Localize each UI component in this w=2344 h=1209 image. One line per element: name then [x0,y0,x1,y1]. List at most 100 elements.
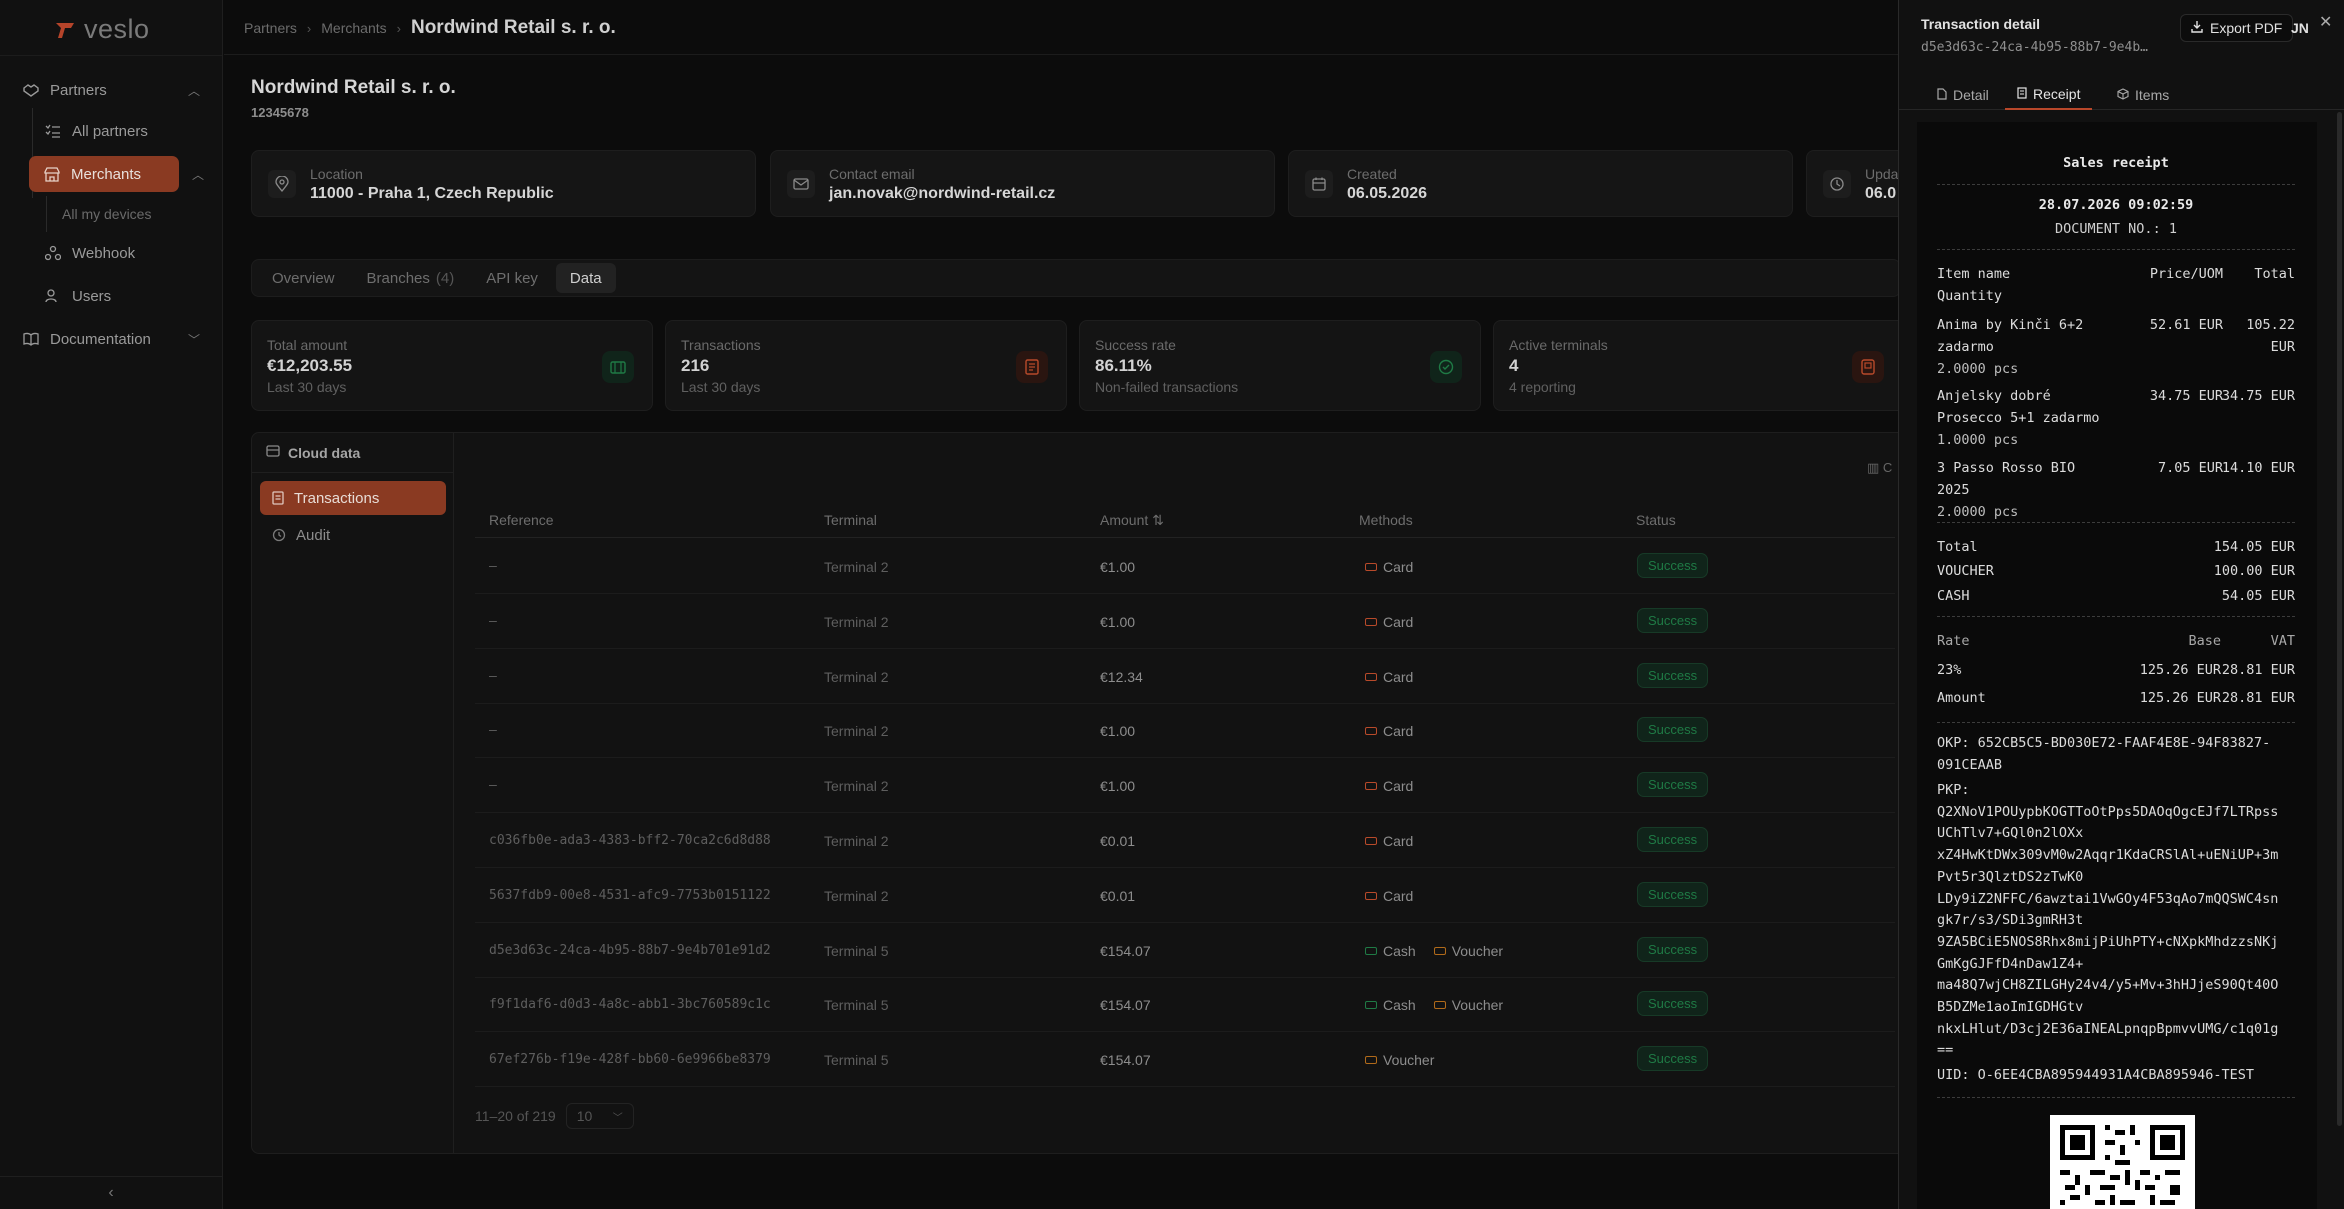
status-badge: Success [1637,553,1709,578]
status-badge: Success [1637,881,1709,907]
column-status[interactable]: Status [1636,512,1676,528]
cell-amount: €154.07 [1100,1052,1151,1069]
voucher-label: VOUCHER [1937,563,1994,579]
vat-base: 125.26 EUR [2139,662,2221,678]
item-qty: 1.0000 pcs [1937,432,2019,448]
logo[interactable]: veslo [54,14,150,45]
cash-value: 54.05 EUR [2221,588,2295,604]
column-methods[interactable]: Methods [1359,512,1413,528]
cell-terminal: Terminal 2 [824,613,889,630]
tab-branches[interactable]: Branches (4) [353,263,469,293]
item-price: 7.05 EUR [2157,460,2223,476]
pkp-line: ma48Q7wjCH8ZILGHy24v4/y5+Mv+3hHJjeS90Qt4… [1937,977,2279,994]
payment-method: Voucher [1433,943,1503,959]
table-row[interactable]: – Terminal 2 €1.00 Card Success [475,594,1895,649]
receipt: Sales receipt 28.07.2026 09:02:59 DOCUME… [1917,122,2317,1209]
vat-row: 23% 125.26 EUR 28.81 EUR [1937,662,2295,678]
qr-code-icon [2060,1125,2185,1205]
payment-method: Card [1365,614,1413,630]
tab-data[interactable]: Data [555,263,616,293]
drawer-tabs: Detail Receipt Items [1899,74,2344,110]
tab-detail[interactable]: Detail [1937,80,1989,110]
method-label: Card [1383,887,1414,904]
cell-reference: c036fb0e-ada3-4383-bff2-70ca2c6d8d88 [489,833,771,848]
table-row[interactable]: – Terminal 2 €1.00 Card Success [475,703,1895,759]
tab-overview[interactable]: Overview [258,263,349,293]
sidebar-item-documentation[interactable]: Documentation ﹀ [22,329,200,349]
voucher-icon [1433,1001,1446,1010]
sidebar-item-partners[interactable]: Partners ︿ [22,80,200,100]
sidebar-item-webhook[interactable]: Webhook [44,243,194,263]
pagination: 11–20 of 219 10 ﹀ [475,1103,634,1129]
logo-icon [56,22,74,38]
close-icon[interactable]: ✕ [2319,12,2332,32]
item-total-cont: EUR [2270,339,2295,355]
receipt-cash-row: CASH 54.05 EUR [1937,588,2295,604]
breadcrumb: Partners › Merchants › Nordwind Retail s… [244,17,616,39]
cell-methods: Card [1365,723,1413,739]
payment-method: Cash [1365,943,1416,959]
pkp-line: 9ZA5BCiE5NOS8Rhx8mijPiUhPTY+cNXpkMhdzzsN… [1937,933,2279,950]
columns-toggle-button[interactable]: ▥ C [1867,460,1892,476]
column-amount[interactable]: Amount ⇅ [1100,512,1164,529]
table-row[interactable]: 5637fdb9-00e8-4531-afc9-7753b0151122 Term… [475,868,1895,923]
sidebar-collapse-button[interactable]: ‹ [0,1176,222,1209]
tab-apikey[interactable]: API key [472,263,552,293]
item-total: 14.10 EUR [2221,460,2295,476]
calendar-icon [1305,170,1333,198]
email-value[interactable]: jan.novak@nordwind-retail.cz [829,185,1055,203]
voucher-icon [1365,1056,1377,1065]
file-icon [1937,87,1947,103]
method-label: Card [1383,668,1414,685]
breadcrumb-merchants[interactable]: Merchants [321,20,386,36]
amount-label: Amount [1937,690,1986,706]
handshake-icon [22,81,40,99]
item-name-cont: 2025 [1937,482,1970,498]
export-pdf-button[interactable]: Export PDF [2180,14,2294,42]
sidebar-item-all-devices[interactable]: All my devices [62,204,212,224]
table-row[interactable]: – Terminal 2 €12.34 Card Success [475,649,1895,704]
cell-status: Success [1637,607,1709,633]
page-size-select[interactable]: 10 ﹀ [565,1103,634,1129]
sidebar-item-users[interactable]: Users [44,286,194,306]
table-row[interactable]: 67ef276b-f19e-428f-bb60-6e9966be8379 Term… [475,1032,1895,1088]
okp-line-1: OKP: 652CB5C5-BD030E72-FAAF4E8E-94F83827… [1937,735,2271,751]
vat-vat-header: VAT [2270,633,2295,649]
stat-card-transactions: Transactions 216 Last 30 days [665,320,1067,411]
item-total: 34.75 EUR [2221,388,2295,404]
cloud-data-title: Cloud data [288,444,361,461]
table-row[interactable]: – Terminal 2 €1.00 Card Success [475,758,1895,814]
column-reference[interactable]: Reference [489,512,554,528]
merchant-id: 12345678 [251,105,309,120]
table-header: Reference Terminal Amount ⇅ Methods Stat… [475,503,1895,538]
email-card: Contact email jan.novak@nordwind-retail.… [770,150,1275,217]
cell-terminal: Terminal 2 [824,559,889,575]
cell-amount: €154.07 [1100,997,1151,1014]
pkp-line: xZ4HwKtDWx309vM0w2Aqqr1KdaCRSlAl+uENiUP+… [1937,847,2279,864]
status-badge: Success [1637,991,1709,1017]
nav-transactions[interactable]: Transactions [260,481,446,515]
drawer-scrollbar[interactable] [2337,112,2342,1126]
table-row[interactable]: f9f1daf6-d0d3-4a8c-abb1-3bc760589c1c Term… [475,977,1895,1033]
nav-label: Audit [296,526,331,544]
sidebar-item-label: Merchants [71,165,142,183]
created-value: 06.05.2026 [1347,185,1428,202]
cell-status: Success [1637,827,1709,852]
column-terminal[interactable]: Terminal [824,512,877,528]
table-row[interactable]: – Terminal 2 €1.00 Card Success [475,539,1895,594]
tab-items[interactable]: Items [2117,80,2169,110]
wallet-icon [602,351,634,383]
payment-method: Voucher [1433,997,1503,1013]
sidebar-item-merchants[interactable]: Merchants [29,156,179,192]
receipt-scroll-area[interactable]: Sales receipt 28.07.2026 09:02:59 DOCUME… [1905,112,2334,1209]
user-avatar[interactable]: JN [2291,20,2309,36]
table-row[interactable]: c036fb0e-ada3-4383-bff2-70ca2c6d8d88 Term… [475,813,1895,868]
nav-audit[interactable]: Audit [260,518,446,552]
tab-receipt[interactable]: Receipt [2005,80,2093,110]
table-row[interactable]: d5e3d63c-24ca-4b95-88b7-9e4b701e91d2 Term… [475,923,1895,978]
vat-base-header: Base [2188,633,2221,649]
sidebar-item-label: Webhook [72,244,136,262]
cell-methods: Card [1365,888,1413,904]
sidebar-item-all-partners[interactable]: All partners [44,121,194,141]
breadcrumb-partners[interactable]: Partners [244,20,297,36]
